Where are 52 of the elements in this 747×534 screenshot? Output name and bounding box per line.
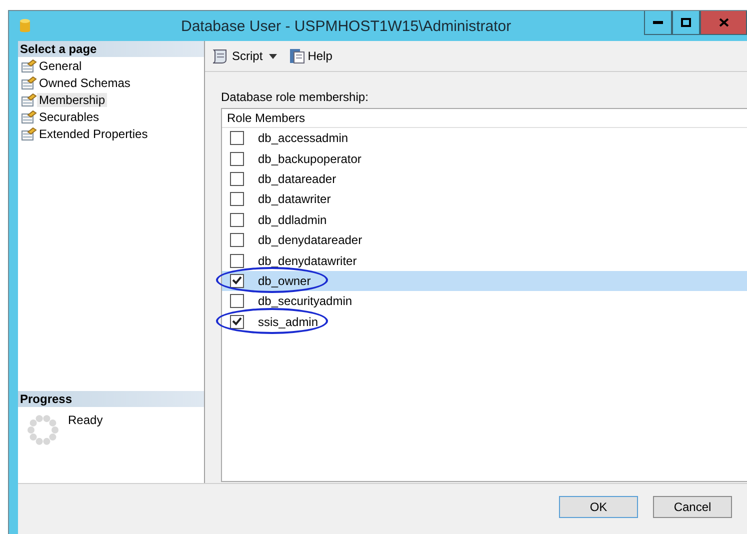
sidebar-item[interactable]: General — [37, 58, 84, 72]
window-title: Database User - USPMHOST1W15\Administrator — [181, 18, 512, 34]
close-button[interactable] — [700, 11, 747, 35]
checkbox[interactable] — [230, 294, 244, 308]
role-row[interactable]: db_denydatawriter — [222, 250, 747, 271]
role-row[interactable]: db_accessadmin — [222, 128, 747, 148]
sidebar-item[interactable]: Securables — [37, 110, 102, 124]
check-icon — [232, 317, 242, 326]
section-heading: Select a page — [18, 41, 204, 57]
group-label: Database role membership: — [221, 90, 370, 104]
properties-icon — [21, 76, 37, 90]
properties-icon — [21, 126, 37, 140]
properties-icon — [21, 92, 37, 106]
checkbox[interactable] — [230, 254, 244, 268]
cancel-button[interactable]: Cancel — [653, 496, 732, 518]
scroll-icon — [211, 48, 229, 64]
ok-button[interactable]: OK — [559, 496, 638, 518]
properties-icon — [21, 58, 37, 72]
checkbox[interactable] — [230, 152, 244, 166]
minimize-button[interactable] — [644, 11, 672, 35]
help-button[interactable]: Help — [288, 48, 332, 64]
section-heading: Progress — [18, 391, 204, 407]
checkbox[interactable] — [230, 172, 244, 186]
progress-status: Ready — [68, 413, 103, 429]
role-row[interactable]: db_datareader — [222, 168, 747, 190]
role-row[interactable]: db_backupoperator — [222, 148, 747, 169]
maximize-button[interactable] — [672, 11, 700, 35]
role-row[interactable]: db_datawriter — [222, 189, 747, 210]
sidebar-item[interactable]: Membership — [37, 92, 108, 106]
sidebar-item[interactable]: Owned Schemas — [37, 76, 132, 90]
role-row[interactable]: db_ddladmin — [222, 210, 747, 230]
checkbox[interactable] — [230, 233, 244, 248]
sidebar-item[interactable]: Extended Properties — [37, 126, 150, 140]
help-icon — [288, 48, 305, 64]
dropdown-caret-icon[interactable] — [268, 54, 277, 58]
checkbox[interactable] — [230, 212, 244, 227]
close-icon — [718, 18, 728, 27]
checkbox[interactable] — [230, 192, 244, 206]
script-button[interactable]: Script — [211, 48, 263, 64]
maximize-icon — [681, 18, 691, 27]
check-icon — [232, 276, 242, 286]
properties-icon — [21, 110, 37, 124]
minimize-icon — [653, 21, 663, 24]
database-icon — [19, 18, 31, 34]
role-row[interactable]: db_denydatareader — [222, 230, 747, 250]
checkbox[interactable] — [230, 131, 244, 146]
checkbox[interactable] — [230, 314, 244, 329]
column-header: Role Members — [222, 109, 747, 128]
checkbox[interactable] — [230, 274, 244, 288]
role-row[interactable]: db_securityadmin — [222, 291, 747, 312]
spinner-icon — [26, 413, 60, 447]
role-row[interactable]: ssis_admin — [222, 312, 747, 332]
